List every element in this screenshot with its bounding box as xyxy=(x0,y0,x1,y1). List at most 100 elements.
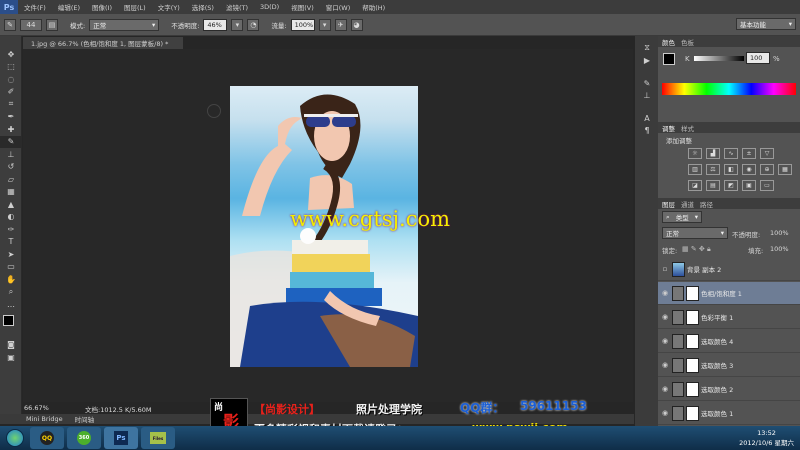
type-tool-icon[interactable]: T xyxy=(0,236,22,249)
start-button[interactable] xyxy=(0,426,30,450)
channel-mixer-icon[interactable]: ⊕ xyxy=(760,164,774,175)
invert-icon[interactable]: ◪ xyxy=(688,180,702,191)
color-lookup-icon[interactable]: ▦ xyxy=(778,164,792,175)
gradient-tool-icon[interactable]: ▦ xyxy=(0,186,22,199)
exposure-icon[interactable]: ± xyxy=(742,148,756,159)
move-tool-icon[interactable]: ✥ xyxy=(0,48,22,61)
fill-value[interactable]: 100% xyxy=(770,245,789,253)
layer-row[interactable]: ◉ 选取颜色 3 xyxy=(658,354,800,377)
menu-edit[interactable]: 编辑(E) xyxy=(52,2,86,12)
eraser-tool-icon[interactable]: ▱ xyxy=(0,173,22,186)
tab-mini-bridge[interactable]: Mini Bridge xyxy=(26,415,63,423)
layer-row[interactable]: ◉ 选取颜色 4 xyxy=(658,330,800,353)
layer-opacity-value[interactable]: 100% xyxy=(770,229,789,237)
flow-input[interactable]: 100% xyxy=(290,18,315,31)
curves-icon[interactable]: ∿ xyxy=(724,148,738,159)
more-tools-icon[interactable]: … xyxy=(0,298,22,311)
tab-channels[interactable]: 通道 xyxy=(681,199,694,209)
tab-swatches[interactable]: 色板 xyxy=(681,37,694,47)
visibility-off-icon[interactable]: ▫ xyxy=(658,265,672,273)
workspace-select[interactable]: 基本功能 ▾ xyxy=(736,18,796,30)
brush-panel-icon[interactable]: ▤ xyxy=(46,18,58,31)
paragraph-panel-icon[interactable]: ¶ xyxy=(635,125,659,138)
tab-adjustments[interactable]: 调整 xyxy=(662,123,675,133)
layer-row[interactable]: ◉ 色彩平衡 1 xyxy=(658,306,800,329)
foreground-color-swatch[interactable] xyxy=(3,314,14,326)
quick-select-tool-icon[interactable]: ✐ xyxy=(0,86,22,99)
black-white-icon[interactable]: ◧ xyxy=(724,164,738,175)
color-spectrum-bar[interactable] xyxy=(662,83,796,95)
taskbar-app-photoshop[interactable]: Ps xyxy=(104,427,138,449)
foreground-color-swatch[interactable] xyxy=(663,53,675,65)
brush-tool-icon[interactable]: ✎ xyxy=(0,135,22,148)
tab-color[interactable]: 颜色 xyxy=(662,37,675,47)
menu-3d[interactable]: 3D(D) xyxy=(254,3,285,11)
lock-icons[interactable]: ▦ ✎ ✥ 🔒︎ xyxy=(682,245,711,254)
pen-tool-icon[interactable]: ✑ xyxy=(0,223,22,236)
pressure-opacity-icon[interactable]: ◔ xyxy=(247,18,260,31)
eye-icon[interactable]: ◉ xyxy=(658,409,672,417)
hue-saturation-icon[interactable]: ▥ xyxy=(688,164,702,175)
shape-tool-icon[interactable]: ▭ xyxy=(0,261,22,274)
menu-window[interactable]: 窗口(W) xyxy=(320,2,357,12)
blend-mode-select[interactable]: 正常 ▾ xyxy=(662,227,728,239)
vibrance-icon[interactable]: ▽ xyxy=(760,148,774,159)
taskbar-app-qq[interactable]: QQ xyxy=(30,427,64,449)
hand-tool-icon[interactable]: ✋ xyxy=(0,273,22,286)
actions-panel-icon[interactable]: ▶ xyxy=(635,55,659,68)
menu-layer[interactable]: 图层(L) xyxy=(118,2,152,12)
character-panel-icon[interactable]: A xyxy=(635,112,659,125)
layer-row-selected[interactable]: ◉ 色相/饱和度 1 xyxy=(658,282,800,305)
tab-styles[interactable]: 样式 xyxy=(681,123,694,133)
marquee-tool-icon[interactable]: ⬚ xyxy=(0,61,22,74)
history-brush-tool-icon[interactable]: ↺ xyxy=(0,161,22,174)
system-clock[interactable]: 13:52 2012/10/6 星期六 xyxy=(739,428,794,448)
zoom-tool-icon[interactable]: ⌕ xyxy=(0,286,22,299)
k-slider[interactable] xyxy=(694,56,744,61)
dodge-tool-icon[interactable]: ◐ xyxy=(0,211,22,224)
tab-paths[interactable]: 路径 xyxy=(700,199,713,209)
brush-panel-icon[interactable]: ✎ xyxy=(635,77,659,90)
opacity-dropdown-icon[interactable]: ▾ xyxy=(231,18,244,31)
opacity-input[interactable]: 46% xyxy=(203,18,228,31)
tab-timeline[interactable]: 时间轴 xyxy=(75,414,95,424)
menu-file[interactable]: 文件(F) xyxy=(18,2,52,12)
airbrush-icon[interactable]: ✈ xyxy=(334,18,347,31)
posterize-icon[interactable]: ▤ xyxy=(706,180,720,191)
photo-filter-icon[interactable]: ◉ xyxy=(742,164,756,175)
menu-help[interactable]: 帮助(H) xyxy=(356,2,391,12)
layer-row[interactable]: ▫ 背景 副本 2 xyxy=(658,258,800,281)
clone-stamp-tool-icon[interactable]: ⊥ xyxy=(0,148,22,161)
path-select-tool-icon[interactable]: ➤ xyxy=(0,248,22,261)
eye-icon[interactable]: ◉ xyxy=(658,337,672,345)
menu-image[interactable]: 图像(I) xyxy=(86,2,118,12)
flow-dropdown-icon[interactable]: ▾ xyxy=(318,18,331,31)
taskbar-app-files[interactable]: Files xyxy=(141,427,175,449)
color-balance-icon[interactable]: ⚖ xyxy=(706,164,720,175)
selective-color-icon[interactable]: ▣ xyxy=(742,180,756,191)
blur-tool-icon[interactable]: ▲ xyxy=(0,198,22,211)
layer-filter-select[interactable]: ⌕ 类型 ▾ xyxy=(662,211,702,223)
color-swatches[interactable] xyxy=(0,311,21,339)
eye-icon[interactable]: ◉ xyxy=(658,289,672,297)
eye-icon[interactable]: ◉ xyxy=(658,361,672,369)
zoom-level[interactable]: 66.67% xyxy=(24,404,49,412)
eyedropper-tool-icon[interactable]: ✒ xyxy=(0,111,22,124)
menu-filter[interactable]: 滤镜(T) xyxy=(220,2,254,12)
healing-brush-tool-icon[interactable]: ✚ xyxy=(0,123,22,136)
menu-select[interactable]: 选择(S) xyxy=(186,2,220,12)
clone-source-icon[interactable]: ⊥ xyxy=(635,90,659,103)
eye-icon[interactable]: ◉ xyxy=(658,385,672,393)
levels-icon[interactable]: ▟ xyxy=(706,148,720,159)
taskbar-app-360[interactable]: 360 xyxy=(67,427,101,449)
brush-size-picker[interactable]: 44 xyxy=(20,18,42,31)
layer-row[interactable]: ◉ 选取颜色 2 xyxy=(658,378,800,401)
threshold-icon[interactable]: ◩ xyxy=(724,180,738,191)
history-panel-icon[interactable]: ⧖ xyxy=(635,42,659,55)
tab-layers[interactable]: 图层 xyxy=(662,199,675,209)
brush-tool-icon[interactable]: ✎ xyxy=(4,18,16,31)
screen-mode-icon[interactable]: ▣ xyxy=(0,351,22,364)
brightness-icon[interactable]: ☼ xyxy=(688,148,702,159)
pressure-size-icon[interactable]: ◕ xyxy=(350,18,363,31)
quick-mask-icon[interactable]: ◙ xyxy=(0,339,22,352)
